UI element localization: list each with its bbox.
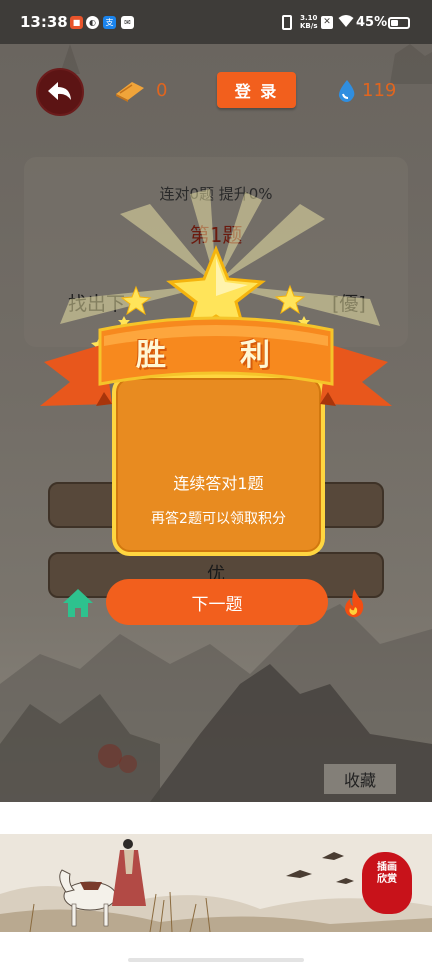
notification-app-icon: ◐: [86, 16, 99, 29]
ad-seal-stamp: 插画欣赏: [362, 852, 412, 914]
network-speed-value: 3.10: [300, 14, 318, 22]
ad-seal-text: 插画欣赏: [377, 862, 397, 885]
notification-app-icon: ✉: [121, 16, 134, 29]
battery-fill: [391, 20, 398, 26]
notification-app-icon: ■: [70, 16, 83, 29]
status-bar: 13:38 ■ ◐ 支 ✉ 3.10 KB/s ✕ 45%: [0, 0, 432, 44]
battery-percent: 45%: [356, 15, 388, 30]
vibrate-icon: [282, 15, 292, 30]
ad-banner-area: 插画欣赏: [0, 802, 432, 964]
network-speed: 3.10 KB/s: [300, 14, 317, 30]
game-area: 0 登 录 119 连对0题 提升0% 第1题 找出下 [優] 优 下一题 收藏…: [0, 44, 432, 802]
status-time: 13:38: [20, 13, 68, 31]
network-speed-unit: KB/s: [300, 22, 318, 30]
wifi-icon: [338, 15, 354, 27]
victory-burst-graphic: [40, 189, 392, 406]
no-sim-icon: ✕: [321, 16, 333, 29]
notification-app-icon: 支: [103, 16, 116, 29]
battery-icon: [388, 17, 410, 29]
victory-banner-char: 利: [240, 338, 270, 373]
victory-banner-char: 胜: [136, 338, 166, 373]
home-indicator-bar[interactable]: [128, 958, 304, 962]
